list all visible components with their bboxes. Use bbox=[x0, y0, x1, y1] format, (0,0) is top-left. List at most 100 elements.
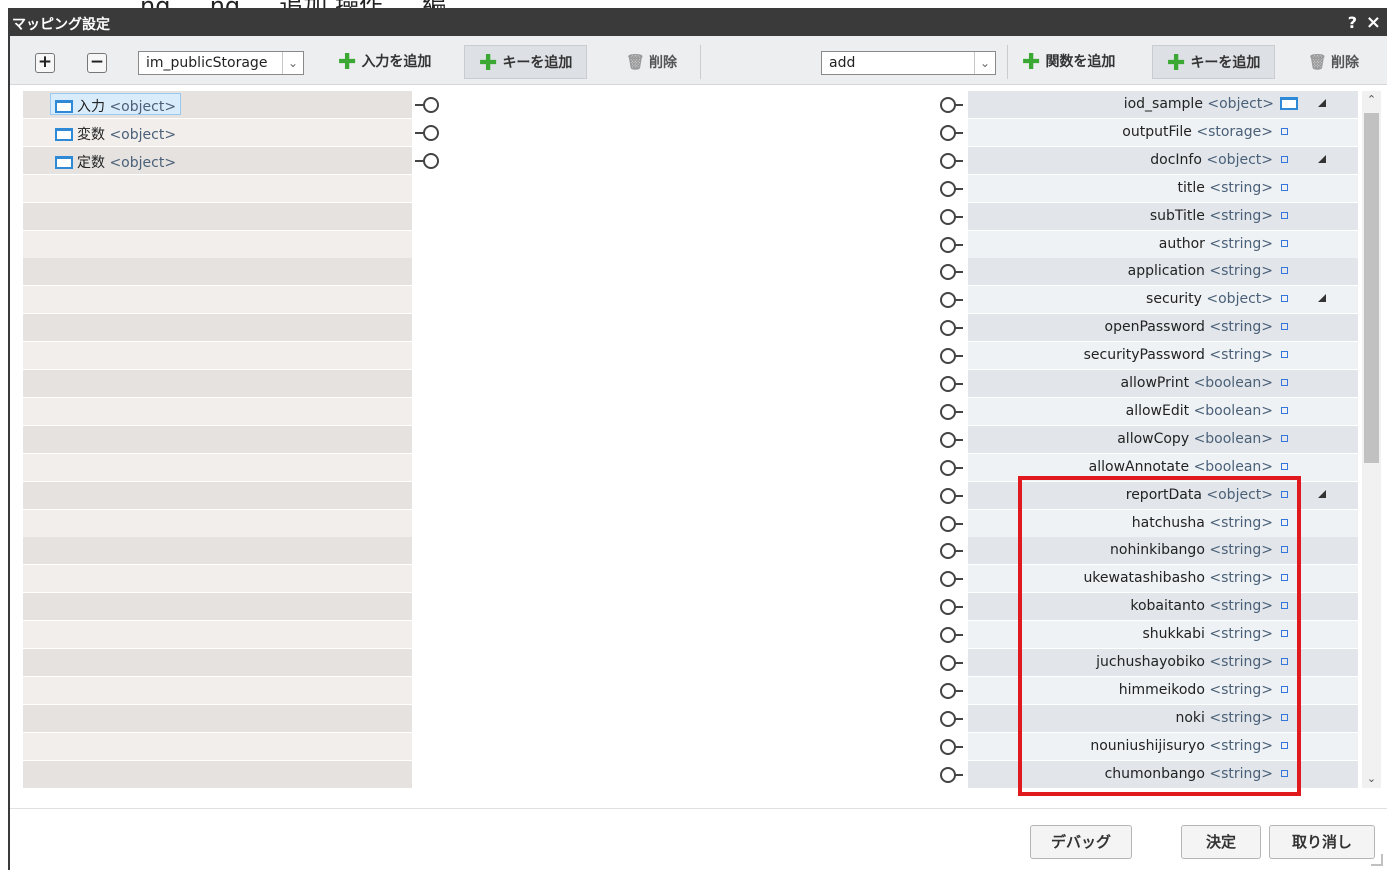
trash-icon: 🗑 bbox=[626, 53, 646, 71]
connector-line bbox=[954, 327, 963, 330]
help-icon[interactable]: ? bbox=[1348, 13, 1357, 32]
right-tree-node[interactable]: security <object> bbox=[1146, 291, 1288, 307]
node-type: <string> bbox=[1209, 347, 1273, 364]
node-marker-icon bbox=[1281, 211, 1288, 219]
delete-left-button[interactable]: 🗑 削除 bbox=[626, 45, 677, 79]
right-tree-node[interactable]: allowPrint <boolean> bbox=[1121, 375, 1288, 391]
resize-grip-icon[interactable] bbox=[1371, 854, 1383, 866]
add-input-button[interactable]: ✚ 入力を追加 bbox=[338, 45, 431, 79]
mapping-cell bbox=[412, 425, 968, 453]
scroll-down-icon[interactable]: ⌄ bbox=[1362, 770, 1381, 788]
connector-line bbox=[954, 410, 963, 413]
chevron-down-icon[interactable]: ⌄ bbox=[282, 52, 303, 74]
left-cell bbox=[23, 202, 412, 230]
chevron-down-icon[interactable]: ⌄ bbox=[974, 52, 995, 74]
mapping-cell bbox=[412, 286, 968, 314]
source-connector-icon[interactable] bbox=[423, 97, 439, 113]
function-select[interactable]: add ⌄ bbox=[821, 51, 996, 75]
scrollbar-thumb[interactable] bbox=[1364, 113, 1379, 463]
node-type: <boolean> bbox=[1193, 430, 1273, 447]
left-cell: 定数 <object> bbox=[23, 146, 412, 174]
node-marker-icon bbox=[1281, 323, 1288, 331]
mapping-cell bbox=[412, 621, 968, 649]
input-source-select[interactable]: im_publicStorage ⌄ bbox=[138, 51, 304, 75]
connector-line bbox=[954, 689, 963, 692]
right-tree-node[interactable]: subTitle <string> bbox=[1150, 208, 1288, 224]
node-name: securityPassword bbox=[1083, 347, 1205, 364]
right-tree-node[interactable]: author <string> bbox=[1159, 236, 1288, 252]
scroll-up-icon[interactable]: ⌃ bbox=[1362, 91, 1381, 109]
left-tree-node[interactable]: 変数 <object> bbox=[55, 124, 176, 144]
node-marker-icon bbox=[1281, 127, 1288, 135]
right-cell: outputFile <storage> bbox=[968, 118, 1358, 146]
left-cell bbox=[23, 230, 412, 258]
left-tree-node[interactable]: 入力 <object> bbox=[50, 93, 182, 115]
right-cell: subTitle <string> bbox=[968, 202, 1358, 230]
node-name: subTitle bbox=[1149, 207, 1205, 224]
top-strip-text: ng … ng … 追加 操作 … 編 bbox=[140, 0, 446, 8]
node-type: <object> bbox=[109, 126, 177, 143]
node-marker-icon bbox=[1281, 155, 1288, 163]
dialog-titlebar: マッピング設定 ? × bbox=[8, 8, 1387, 36]
toolbar-divider bbox=[1007, 45, 1008, 79]
source-connector-icon[interactable] bbox=[423, 152, 439, 169]
expand-triangle-icon[interactable] bbox=[1318, 99, 1326, 107]
left-cell bbox=[23, 593, 412, 621]
add-key-left-button[interactable]: ✚ キーを追加 bbox=[464, 45, 588, 79]
connector-line bbox=[954, 299, 963, 302]
left-cell bbox=[23, 397, 412, 425]
add-function-button[interactable]: ✚ 関数を追加 bbox=[1022, 45, 1115, 79]
table-row: allowCopy <boolean> bbox=[23, 425, 1358, 453]
right-tree-node[interactable]: outputFile <storage> bbox=[1122, 124, 1288, 140]
node-name: iod_sample bbox=[1123, 96, 1203, 112]
connector-line bbox=[954, 773, 963, 776]
debug-button[interactable]: デバッグ bbox=[1030, 825, 1132, 859]
expand-all-button[interactable]: + bbox=[35, 53, 55, 73]
right-tree-node[interactable]: allowEdit <boolean> bbox=[1126, 403, 1288, 419]
right-tree-node[interactable]: application <string> bbox=[1128, 263, 1288, 279]
connector-line bbox=[954, 355, 963, 358]
right-tree-node[interactable]: iod_sample <object> bbox=[1124, 96, 1298, 112]
left-cell bbox=[23, 704, 412, 732]
mapping-cell bbox=[412, 397, 968, 425]
expand-triangle-icon[interactable] bbox=[1318, 154, 1326, 163]
node-type: <boolean> bbox=[1193, 375, 1273, 391]
vertical-scrollbar[interactable]: ⌃ ⌄ bbox=[1362, 91, 1381, 788]
right-tree-node[interactable]: allowCopy <boolean> bbox=[1117, 431, 1288, 447]
delete-right-button[interactable]: 🗑 削除 bbox=[1308, 45, 1359, 79]
node-marker-icon bbox=[1281, 295, 1288, 303]
connector-line bbox=[954, 383, 963, 385]
right-tree-node[interactable]: allowAnnotate <boolean> bbox=[1089, 459, 1288, 475]
left-cell bbox=[23, 481, 412, 509]
node-name: outputFile bbox=[1122, 123, 1192, 140]
footer-divider bbox=[10, 808, 1387, 809]
node-type: <string> bbox=[1209, 263, 1273, 280]
mapping-cell bbox=[412, 537, 968, 565]
connector-line bbox=[954, 187, 963, 190]
expand-triangle-icon[interactable] bbox=[1318, 489, 1326, 498]
right-tree-node[interactable]: openPassword <string> bbox=[1105, 319, 1288, 335]
node-name: 入力 bbox=[77, 99, 105, 115]
delete-right-label: 削除 bbox=[1331, 55, 1360, 71]
add-icon: ✚ bbox=[1167, 51, 1186, 76]
cancel-button[interactable]: 取り消し bbox=[1269, 825, 1375, 859]
right-tree-node[interactable]: title <string> bbox=[1178, 180, 1288, 196]
node-name: author bbox=[1158, 235, 1205, 252]
node-type: <string> bbox=[1209, 207, 1273, 224]
add-key-right-button[interactable]: ✚ キーを追加 bbox=[1152, 45, 1276, 79]
expand-triangle-icon[interactable] bbox=[1318, 294, 1326, 303]
node-name: allowEdit bbox=[1125, 402, 1190, 419]
collapse-all-button[interactable]: − bbox=[87, 53, 107, 73]
ok-button[interactable]: 決定 bbox=[1181, 825, 1261, 859]
connector-line bbox=[954, 578, 963, 581]
left-tree-node[interactable]: 定数 <object> bbox=[55, 152, 176, 172]
connector-line bbox=[954, 662, 963, 664]
close-icon[interactable]: × bbox=[1366, 12, 1381, 33]
node-name: docInfo bbox=[1150, 151, 1202, 168]
table-row: allowPrint <boolean> bbox=[23, 370, 1358, 397]
right-tree-node[interactable]: securityPassword <string> bbox=[1084, 347, 1288, 363]
right-tree-node[interactable]: docInfo <object> bbox=[1150, 152, 1288, 168]
mapping-cell bbox=[412, 760, 968, 788]
mapping-cell bbox=[412, 230, 968, 258]
source-connector-icon[interactable] bbox=[423, 124, 439, 141]
